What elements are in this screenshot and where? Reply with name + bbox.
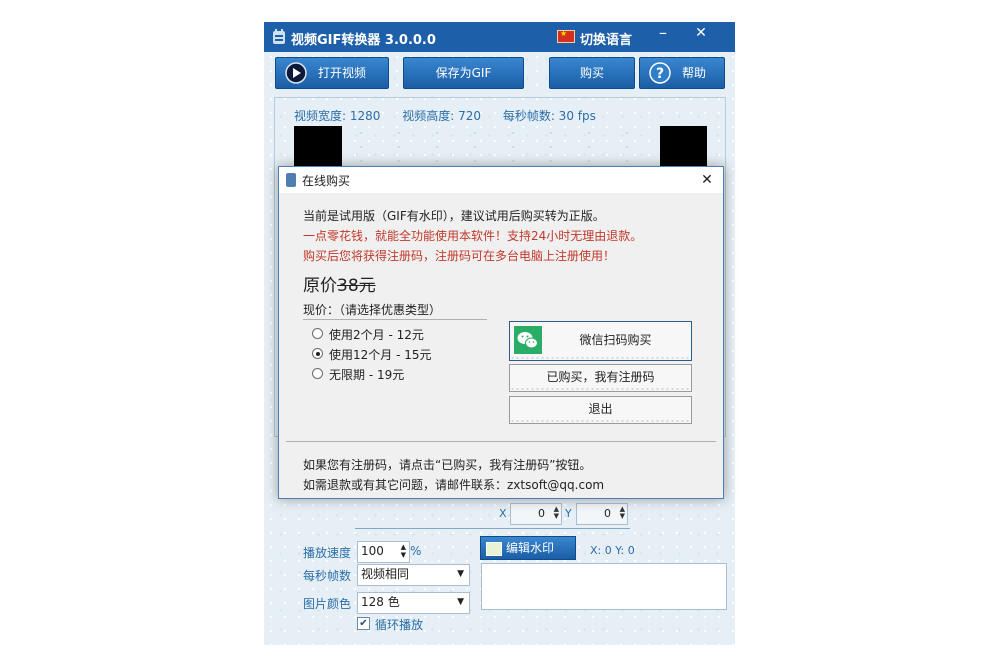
have-code-button[interactable]: 已购买，我有注册码 [509,364,692,392]
y-stepper[interactable]: 0 ▲ ▼ [576,503,628,525]
buy-label: 购买 [579,66,604,80]
video-height-text: 视频高度: 720 [402,109,481,123]
close-window-button[interactable]: ✕ [688,23,714,45]
play-circle-icon [285,62,307,84]
speed-row: 播放速度 100 ▲ ▼ % [303,541,473,563]
switch-language-button[interactable]: 切换语言 [580,29,632,48]
open-video-button[interactable]: 打开视频 [275,57,389,89]
radio-button[interactable] [312,368,323,379]
app-icon [273,29,285,44]
watermark-coordinates: X: 0 Y: 0 [590,544,635,557]
speed-unit: % [410,544,422,558]
fps-dropdown[interactable]: 视频相同 ▼ [357,564,470,586]
video-width-text: 视频宽度: 1280 [294,109,381,123]
open-video-label: 打开视频 [318,66,367,80]
snow-decoration [510,419,691,423]
china-flag-icon[interactable]: ★ [557,29,575,43]
radio-button-selected[interactable] [312,348,323,359]
snow-decoration [510,356,691,360]
edit-watermark-button[interactable]: 编辑水印 [480,536,576,560]
save-gif-label: 保存为GIF [435,66,492,80]
wechat-pay-button[interactable]: 微信扫码购买 [509,321,692,361]
x-stepper[interactable]: 0 ▲ ▼ [510,503,562,525]
save-gif-button[interactable]: 保存为GIF [403,57,524,89]
video-frame-right [660,126,707,166]
chevron-down-icon: ▼ [457,597,464,607]
dialog-icon [286,173,296,187]
license-notice: 购买后您将获得注册码，注册码可在多台电脑上注册使用！ [303,249,616,263]
watermark-text-area[interactable] [481,563,727,610]
dialog-close-button[interactable]: ✕ [696,169,718,191]
video-frame-left [294,126,342,166]
minimize-button[interactable]: – [650,24,676,46]
wechat-pay-label: 微信扫码购买 [579,333,652,347]
help-button[interactable]: ? 帮助 [639,57,725,89]
buy-button[interactable]: 购买 [549,57,635,89]
color-value: 128 色 [361,595,400,609]
option-label: 无限期 - 19元 [329,368,405,382]
speed-value: 100 [361,544,384,558]
dialog-separator [286,441,716,442]
image-icon [486,542,502,556]
radio-button[interactable] [312,328,323,339]
video-info-row: 视频宽度: 1280 视频高度: 720 每秒帧数: 30 fps [294,107,614,124]
buy-online-dialog: 在线购买 ✕ 当前是试用版（GIF有水印），建议试用后购买转为正版。 一点零花钱… [278,166,724,499]
speed-stepper[interactable]: 100 ▲ ▼ [357,541,410,563]
chevron-down-icon: ▼ [457,569,464,579]
fps-value: 视频相同 [361,567,410,581]
original-price-label: 原价 [303,276,337,296]
footer-register-hint: 如果您有注册码，请点击“已购买，我有注册码”按钮。 [303,458,592,472]
video-fps-text: 每秒帧数: 30 fps [502,109,596,123]
edit-watermark-label: 编辑水印 [506,541,555,555]
wechat-icon [514,326,542,354]
title-bar: 视频GIF转换器 3.0.0.0 ★ 切换语言 – ✕ [264,22,735,52]
loop-label: 循环播放 [375,618,424,632]
divider-line [355,528,630,529]
y-value: 0 [604,507,611,520]
window-title: 视频GIF转换器 3.0.0.0 [291,33,436,48]
color-row: 图片颜色 128 色 ▼ [303,592,473,614]
x-value: 0 [538,507,545,520]
loop-checkbox[interactable]: ✔ [357,617,370,630]
refund-notice: 一点零花钱，就能全功能使用本软件！支持24小时无理由退款。 [303,229,643,243]
y-label: Y [565,507,572,520]
flag-star-icon: ★ [560,29,568,38]
question-circle-icon: ? [649,62,671,84]
color-dropdown[interactable]: 128 色 ▼ [357,592,470,614]
original-price: 原价38元 [303,271,376,296]
exit-label: 退出 [588,402,613,416]
y-spin-arrows-icon[interactable]: ▲ ▼ [620,506,625,520]
svg-text:?: ? [656,66,664,82]
original-price-amount: 38元 [337,276,376,296]
trial-notice: 当前是试用版（GIF有水印），建议试用后购买转为正版。 [303,209,605,223]
x-label: X [499,507,507,520]
video-frame-strip [342,126,660,166]
dialog-title-bar: 在线购买 ✕ [279,167,723,193]
option-label: 使用12个月 - 15元 [329,348,432,362]
current-price-label: 现价：（请选择优惠类型） [303,303,442,317]
have-code-label: 已购买，我有注册码 [546,370,655,384]
help-label: 帮助 [682,66,707,80]
snow-decoration [510,387,691,391]
fps-label: 每秒帧数 [303,569,352,583]
speed-label: 播放速度 [303,546,352,560]
dialog-title: 在线购买 [302,174,351,188]
price-separator [303,319,487,320]
speed-spin-arrows-icon[interactable]: ▲ ▼ [401,543,406,559]
option-label: 使用2个月 - 12元 [329,328,424,342]
x-spin-arrows-icon[interactable]: ▲ ▼ [554,506,559,520]
footer-contact: 如需退款或有其它问题，请邮件联系：zxtsoft@qq.com [303,478,605,492]
exit-button[interactable]: 退出 [509,396,692,424]
color-label: 图片颜色 [303,597,352,611]
fps-row: 每秒帧数 视频相同 ▼ [303,564,473,586]
